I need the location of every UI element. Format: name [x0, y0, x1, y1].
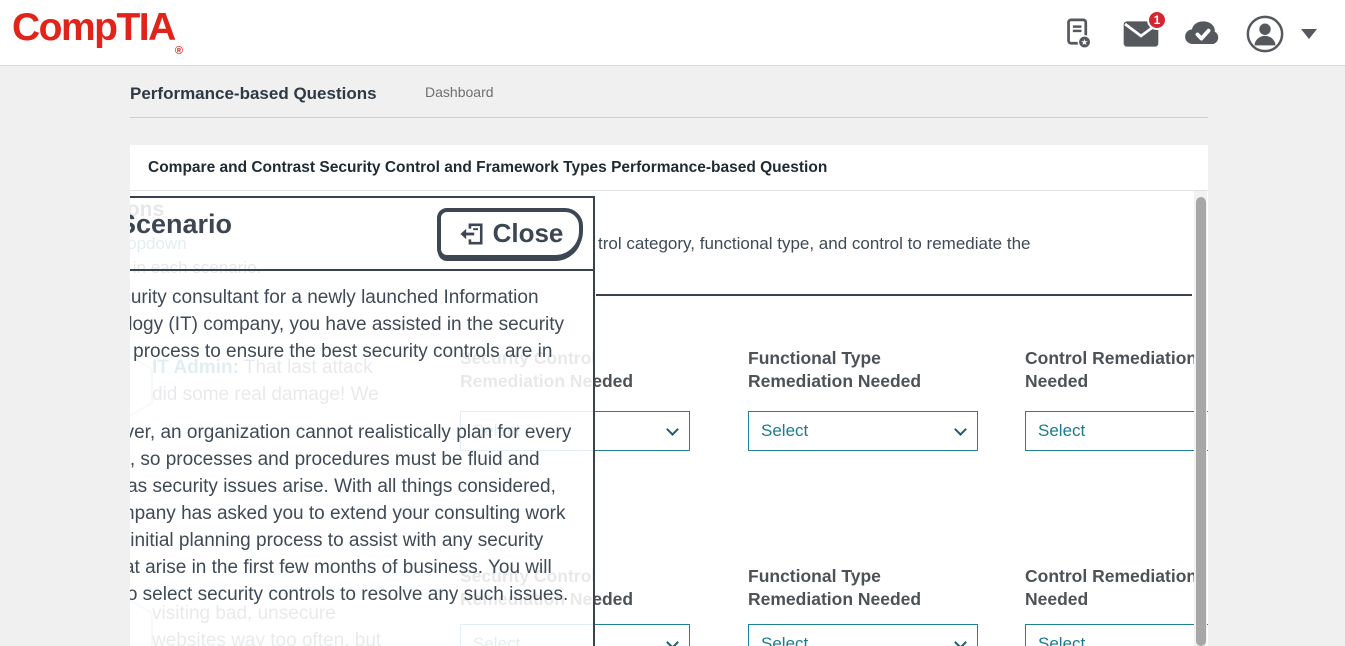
select-value: Select — [1038, 634, 1208, 646]
vertical-scrollbar-thumb[interactable] — [1196, 197, 1206, 646]
account-menu-button[interactable] — [1245, 14, 1285, 54]
comptia-logo[interactable]: CompTIA® — [12, 6, 183, 57]
breadcrumb-dashboard[interactable]: Dashboard — [425, 84, 494, 100]
unread-count-badge: 1 — [1147, 10, 1167, 30]
question-card: Compare and Contrast Security Control an… — [130, 145, 1208, 646]
cloud-check-icon — [1184, 20, 1222, 48]
top-bar: CompTIA® ★ 1 — [0, 0, 1345, 66]
select-value: Select — [1038, 421, 1208, 441]
label-control-remediation-1: Control Remediation Needed — [1025, 347, 1208, 393]
functional-type-select-2[interactable]: Select — [748, 624, 978, 646]
close-button[interactable]: Close — [437, 208, 583, 259]
instructions-line1-fragment: trol category, functional type, and cont… — [598, 234, 1031, 254]
messages-icon-button[interactable]: 1 — [1121, 14, 1161, 54]
logo-text: CompTIA — [12, 6, 175, 49]
chevron-down-icon — [954, 423, 967, 436]
question-card-body: Instructions dropdown identified in each… — [130, 191, 1208, 646]
scenario-text-line: scenario, so processes and procedures mu… — [130, 449, 540, 471]
scenario-text-line: adjusted as security issues arise. With … — [130, 476, 556, 498]
control-remediation-select-1[interactable]: Select — [1025, 411, 1208, 451]
scenario-modal: Scenario Close As a security consultant … — [130, 196, 595, 646]
scenario-text-line: As a security consultant for a newly lau… — [130, 287, 539, 309]
label-control-remediation-2: Control Remediation Needed — [1025, 565, 1208, 611]
page-header: Performance-based Questions Dashboard — [130, 84, 1208, 104]
scenario-text-line: beyond the initial planning process to a… — [130, 530, 543, 552]
scenario-text-line: the company has asked you to extend your… — [130, 503, 566, 525]
vertical-scrollbar-track[interactable] — [1194, 191, 1207, 646]
scenario-text-line: However, an organization cannot realisti… — [130, 422, 571, 444]
assessment-document-icon[interactable]: ★ — [1059, 14, 1099, 54]
chevron-down-icon — [666, 423, 679, 436]
select-value: Select — [761, 634, 956, 646]
document-star-icon: ★ — [1064, 18, 1094, 50]
close-button-label: Close — [493, 218, 564, 249]
scenario-text-line: Technology (IT) company, you have assist… — [130, 314, 564, 336]
scenario-modal-title: Scenario — [130, 209, 232, 240]
select-value: Select — [761, 421, 956, 441]
scenario-text-line: planning process to ensure the best secu… — [130, 341, 552, 363]
registered-mark: ® — [175, 45, 183, 57]
functional-type-select-1[interactable]: Select — [748, 411, 978, 451]
page-header-divider — [130, 117, 1208, 118]
chevron-down-icon[interactable] — [1301, 29, 1317, 39]
page-title: Performance-based Questions — [130, 84, 377, 104]
topbar-icon-group: ★ 1 — [1059, 14, 1317, 54]
svg-text:★: ★ — [1081, 37, 1089, 47]
question-card-title: Compare and Contrast Security Control an… — [148, 159, 827, 177]
scenario-text-line: need to select security controls to reso… — [130, 584, 568, 606]
scenario-title-divider — [130, 269, 595, 271]
exit-arrow-icon — [457, 220, 485, 248]
control-remediation-select-2[interactable]: Select — [1025, 624, 1208, 646]
instructions-divider — [596, 294, 1192, 296]
chevron-down-icon — [954, 636, 967, 646]
sync-status-button[interactable] — [1183, 14, 1223, 54]
label-functional-type-remediation-1: Functional Type Remediation Needed — [748, 347, 953, 393]
label-functional-type-remediation-2: Functional Type Remediation Needed — [748, 565, 953, 611]
scenario-text-line: issues that arise in the first few month… — [130, 557, 552, 579]
chevron-down-icon — [666, 636, 679, 646]
user-avatar-icon — [1245, 13, 1285, 55]
